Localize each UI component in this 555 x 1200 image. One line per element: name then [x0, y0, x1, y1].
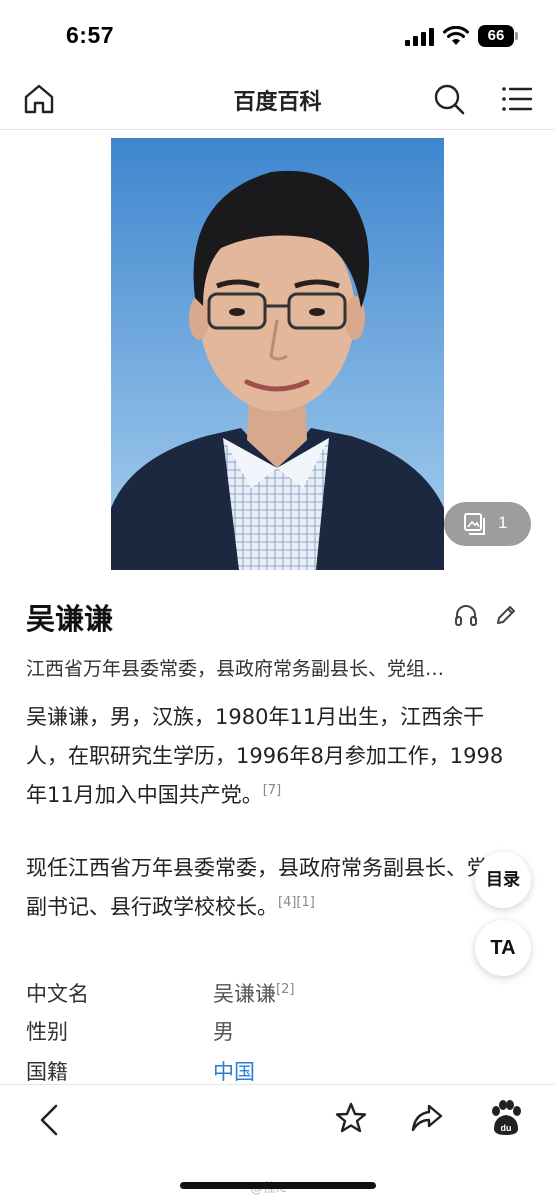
- home-indicator: [180, 1182, 376, 1189]
- menu-icon[interactable]: [500, 82, 534, 116]
- gallery-icon: [464, 513, 485, 535]
- cellular-signal-icon: [405, 28, 434, 46]
- portrait-photo[interactable]: [111, 138, 444, 570]
- page-title: 百度百科: [233, 90, 322, 115]
- search-icon[interactable]: [432, 82, 466, 116]
- back-arrow-icon[interactable]: [36, 1103, 64, 1137]
- status-bar: 6:57 66: [0, 0, 555, 72]
- citation-ref[interactable]: [2]: [276, 982, 294, 997]
- album-count: 1: [498, 513, 508, 532]
- info-key: 中文名: [26, 982, 89, 1006]
- favorite-star-icon[interactable]: [334, 1101, 368, 1135]
- intro-paragraph: 吴谦谦，男，汉族，1980年11月出生，江西余干人，在职研究生学历，1996年8…: [26, 698, 512, 815]
- font-size-button[interactable]: TA: [475, 920, 531, 976]
- nav-bar: 百度百科: [0, 72, 555, 130]
- wifi-icon: [443, 26, 469, 45]
- info-row: 性别 男: [26, 1016, 506, 1052]
- entry-title: 吴谦谦: [26, 602, 114, 636]
- info-value: 男: [213, 1020, 234, 1044]
- portrait-illustration: [111, 138, 444, 570]
- album-button[interactable]: 1: [444, 502, 531, 546]
- citation-ref[interactable]: [4][1]: [278, 895, 315, 910]
- table-of-contents-button[interactable]: 目录: [475, 852, 531, 908]
- status-time: 6:57: [66, 22, 115, 48]
- entry-summary: 江西省万年县委常委，县政府常务副县长、党组…: [26, 658, 445, 680]
- baidu-paw-icon[interactable]: du: [488, 1099, 524, 1137]
- citation-ref[interactable]: [7]: [263, 783, 281, 798]
- position-paragraph-text: 现任江西省万年县委常委，县政府常务副县长、党组副书记、县行政学校校长。: [26, 856, 509, 919]
- headphones-icon[interactable]: [454, 603, 478, 627]
- nationality-link[interactable]: 中国: [213, 1056, 255, 1086]
- battery-level: 66: [487, 27, 505, 44]
- bottom-toolbar: du @佳ic: [0, 1084, 555, 1200]
- position-paragraph: 现任江西省万年县委常委，县政府常务副县长、党组副书记、县行政学校校长。[4][1…: [26, 849, 512, 927]
- svg-text:du: du: [501, 1123, 512, 1133]
- battery-icon: 66: [478, 25, 520, 47]
- info-value: 吴谦谦[2]: [213, 982, 295, 1006]
- info-key: 性别: [26, 1020, 68, 1044]
- info-key: 国籍: [26, 1060, 68, 1084]
- edit-pencil-icon[interactable]: [494, 603, 518, 627]
- share-icon[interactable]: [410, 1101, 444, 1135]
- info-row: 中文名 吴谦谦[2]: [26, 978, 506, 1014]
